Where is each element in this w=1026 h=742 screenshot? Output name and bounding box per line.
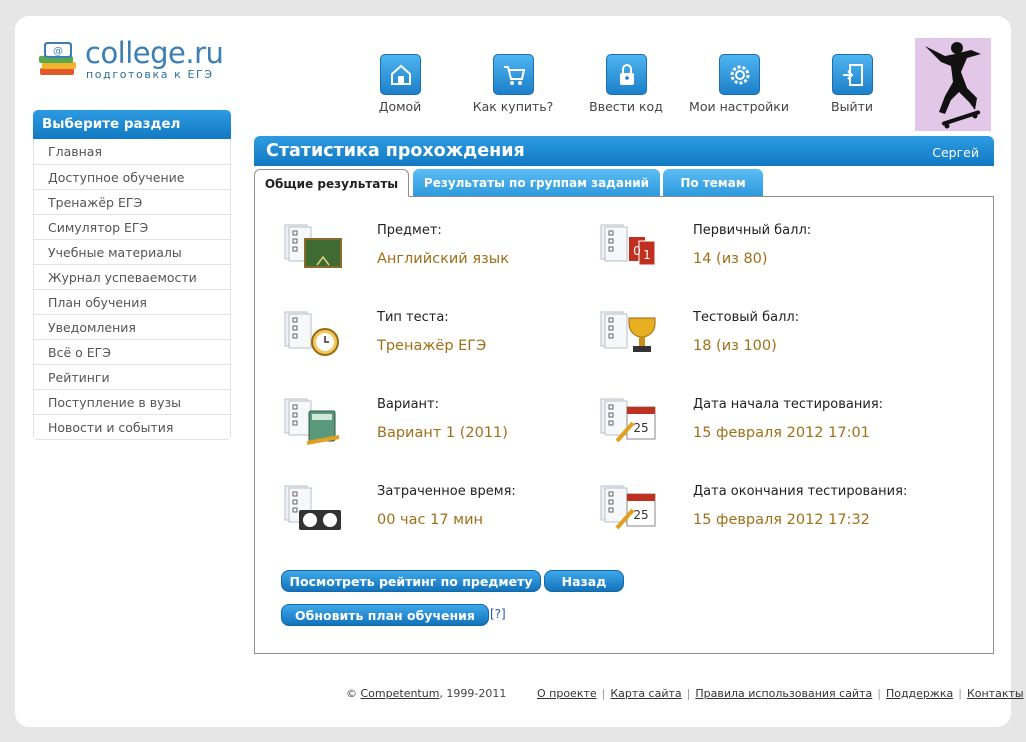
trophy-icon — [600, 311, 656, 352]
stat-time-spent-label: Затраченное время: — [377, 484, 516, 499]
stat-test-score-label: Тестовый балл: — [693, 310, 800, 325]
footer-separator: | — [601, 687, 606, 700]
lock-icon — [605, 54, 647, 95]
tab-by-topic[interactable]: По темам — [663, 169, 763, 197]
stat-variant-value: Вариант 1 (2011) — [377, 425, 508, 441]
sidebar-item-admission[interactable]: Поступление в вузы — [34, 389, 230, 414]
company-link[interactable]: Competentum — [361, 687, 440, 700]
score-digit-0: 0 — [633, 244, 641, 258]
blackboard-icon — [284, 224, 342, 268]
nav-home[interactable]: Домой — [350, 54, 450, 114]
nav-home-label: Домой — [378, 99, 422, 114]
sidebar-item-materials[interactable]: Учебные материалы — [34, 239, 230, 264]
sidebar-item-ratings[interactable]: Рейтинги — [34, 364, 230, 389]
footer-link-contacts[interactable]: Контакты — [967, 687, 1024, 700]
nav-enter-code[interactable]: Ввести код — [576, 54, 676, 114]
sidebar-item-main[interactable]: Главная — [34, 139, 230, 164]
nav-how-to-buy[interactable]: Как купить? — [463, 54, 563, 114]
sidebar-item-trainer[interactable]: Тренажёр ЕГЭ — [34, 189, 230, 214]
sidebar-item-about-ege[interactable]: Всё о ЕГЭ — [34, 339, 230, 364]
back-button[interactable]: Назад — [544, 570, 624, 592]
sidebar-item-gradebook[interactable]: Журнал успеваемости — [34, 264, 230, 289]
chess-clock-icon — [284, 485, 341, 530]
footer-link-support[interactable]: Поддержка — [886, 687, 953, 700]
stat-time-spent-value: 00 час 17 мин — [377, 512, 483, 528]
footer-separator: | — [686, 687, 691, 700]
sidebar-item-simulator[interactable]: Симулятор ЕГЭ — [34, 214, 230, 239]
cart-icon — [492, 54, 534, 95]
footer-link-sitemap[interactable]: Карта сайта — [610, 687, 681, 700]
calendar-icon: 25 — [600, 485, 656, 530]
sidebar: Выберите раздел Главная Доступное обучен… — [33, 110, 231, 440]
sidebar-title: Выберите раздел — [33, 110, 231, 139]
nav-how-to-buy-label: Как купить? — [472, 99, 554, 114]
page-card: @ college.ru подготовка к ЕГЭ Домой Как … — [15, 16, 1024, 727]
sidebar-item-available-learning[interactable]: Доступное обучение — [34, 164, 230, 189]
sidebar-menu: Главная Доступное обучение Тренажёр ЕГЭ … — [33, 139, 231, 440]
footer-link-rules[interactable]: Правила использования сайта — [695, 687, 872, 700]
footer-links: О проекте | Карта сайта | Правила использова… — [537, 687, 1024, 700]
footer-link-about[interactable]: О проекте — [537, 687, 597, 700]
home-icon — [379, 54, 421, 95]
skater-silhouette-icon — [925, 42, 981, 129]
sidebar-item-news[interactable]: Новости и события — [34, 414, 230, 439]
score-digit-1: 1 — [643, 248, 651, 262]
tab-general-results[interactable]: Общие результаты — [254, 169, 409, 197]
calendar-day: 25 — [633, 421, 648, 435]
footer-copyright: © Competentum, 1999-2011 — [346, 687, 506, 700]
tab-group-results[interactable]: Результаты по группам заданий — [413, 169, 660, 197]
stat-subject-value: Английский язык — [377, 251, 509, 267]
stat-end-date-label: Дата окончания тестирования: — [693, 484, 908, 499]
nav-enter-code-label: Ввести код — [589, 99, 663, 114]
footer-separator: | — [958, 687, 962, 700]
update-plan-button[interactable]: Обновить план обучения — [281, 604, 489, 626]
stat-primary-score-label: Первичный балл: — [693, 223, 812, 238]
alarm-clock-icon — [284, 311, 339, 356]
stat-primary-score-value: 14 (из 80) — [693, 251, 768, 267]
nav-settings[interactable]: Мои настройки — [689, 54, 789, 114]
page-title: Статистика прохождения — [266, 141, 525, 161]
user-avatar[interactable] — [915, 38, 991, 131]
nav-logout-label: Выйти — [831, 99, 873, 114]
sidebar-item-notifications[interactable]: Уведомления — [34, 314, 230, 339]
copyright-years: , 1999-2011 — [439, 687, 507, 700]
footer-separator: | — [877, 687, 881, 700]
calculator-icon — [284, 398, 340, 445]
nav-settings-label: Мои настройки — [689, 99, 789, 114]
score-cards-icon: 0 1 — [600, 224, 656, 266]
stat-test-score-value: 18 (из 100) — [693, 338, 777, 354]
stat-test-type-label: Тип теста: — [377, 310, 449, 325]
stat-variant-label: Вариант: — [377, 397, 440, 412]
stat-start-date-label: Дата начала тестирования: — [693, 397, 884, 412]
sidebar-item-learning-plan[interactable]: План обучения — [34, 289, 230, 314]
stat-subject-label: Предмет: — [377, 223, 442, 238]
stat-test-type-value: Тренажёр ЕГЭ — [377, 338, 487, 354]
view-rating-button[interactable]: Посмотреть рейтинг по предмету — [281, 570, 541, 592]
panel-header: Статистика прохождения Сергей — [254, 136, 994, 166]
copyright-symbol: © — [346, 687, 357, 700]
help-link[interactable]: [?] — [490, 607, 506, 621]
nav-logout[interactable]: Выйти — [802, 54, 902, 114]
stat-start-date-value: 15 февраля 2012 17:01 — [693, 425, 870, 441]
gear-icon — [718, 54, 760, 95]
calendar-icon: 25 — [600, 398, 656, 443]
exit-door-icon — [831, 54, 873, 95]
stat-end-date-value: 15 февраля 2012 17:32 — [693, 512, 870, 528]
calendar-day: 25 — [633, 508, 648, 522]
results-panel: Предмет: Английский язык Тип теста: Трен… — [254, 196, 994, 654]
user-name[interactable]: Сергей — [932, 145, 979, 160]
